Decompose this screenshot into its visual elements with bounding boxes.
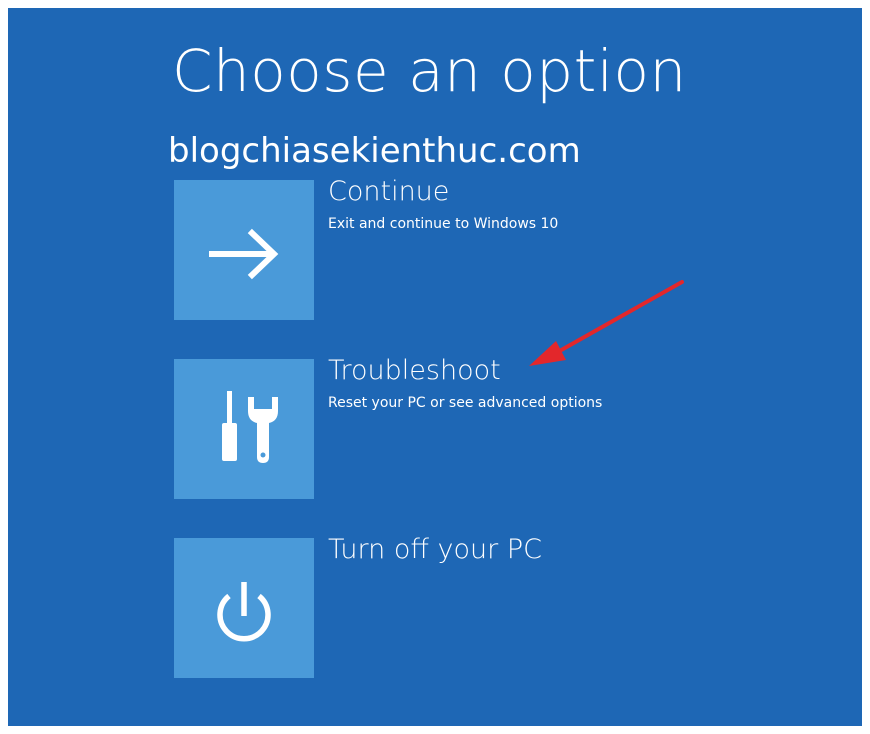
option-description: Exit and continue to Windows 10 bbox=[328, 216, 559, 232]
option-tile[interactable] bbox=[174, 359, 314, 499]
option-tile[interactable] bbox=[174, 538, 314, 678]
tools-icon bbox=[222, 391, 278, 463]
recovery-screen: Choose an option blogchiasekienthuc.com … bbox=[8, 8, 862, 726]
page-title: Choose an option bbox=[172, 37, 687, 105]
option-label[interactable]: Continue bbox=[328, 176, 449, 207]
option-description: Reset your PC or see advanced options bbox=[328, 395, 603, 411]
option-label[interactable]: Turn off your PC bbox=[328, 534, 542, 565]
option-troubleshoot[interactable]: Troubleshoot Reset your PC or see advanc… bbox=[174, 355, 754, 499]
power-icon bbox=[217, 582, 271, 642]
option-label[interactable]: Troubleshoot bbox=[328, 355, 501, 386]
option-tile[interactable] bbox=[174, 180, 314, 320]
arrow-right-icon bbox=[209, 228, 279, 280]
option-continue[interactable]: Continue Exit and continue to Windows 10 bbox=[174, 176, 754, 320]
watermark-text: blogchiasekienthuc.com bbox=[168, 131, 581, 171]
option-turn-off[interactable]: Turn off your PC bbox=[174, 534, 754, 678]
